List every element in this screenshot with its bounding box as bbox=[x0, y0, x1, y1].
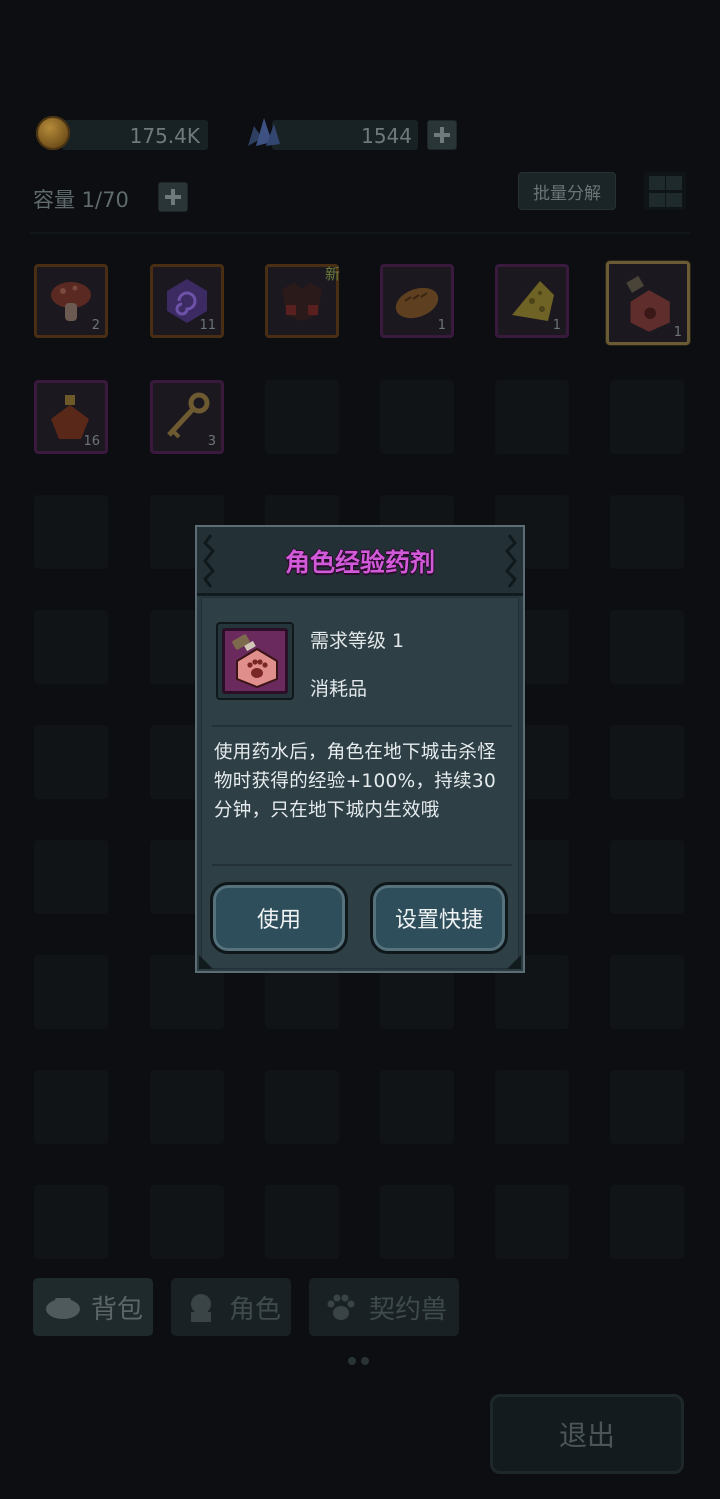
empty-inventory-slot[interactable] bbox=[495, 380, 569, 454]
empty-inventory-slot[interactable] bbox=[34, 495, 108, 569]
item-count: 1 bbox=[552, 318, 561, 333]
inventory-slot-elixir-flask[interactable]: 16 bbox=[34, 380, 108, 454]
item-count: 11 bbox=[199, 318, 216, 333]
crystal-icon bbox=[248, 118, 280, 146]
cheese-icon bbox=[512, 281, 554, 321]
empty-inventory-slot[interactable] bbox=[150, 1070, 224, 1144]
empty-inventory-slot[interactable] bbox=[34, 840, 108, 914]
new-tag: 新 bbox=[324, 265, 340, 283]
empty-inventory-slot[interactable] bbox=[610, 610, 684, 684]
empty-inventory-slot[interactable] bbox=[380, 1070, 454, 1144]
mushroom-icon bbox=[51, 282, 91, 321]
batch-decompose-button[interactable]: 批量分解 bbox=[518, 172, 616, 210]
tab-pets[interactable]: 契约兽 bbox=[309, 1278, 459, 1336]
item-count: 3 bbox=[207, 434, 216, 449]
key-icon bbox=[167, 392, 210, 439]
inventory-slot-mushroom[interactable]: 2 bbox=[34, 264, 108, 338]
tab-character[interactable]: 角色 bbox=[171, 1278, 291, 1336]
divider bbox=[212, 725, 512, 727]
required-level: 需求等级 1 bbox=[310, 630, 405, 652]
item-count: 16 bbox=[83, 434, 100, 449]
item-detail-dialog: 角色经验药剂 需求等级 1 消耗品 使用药水后，角色在地下城击杀怪物时获得的经验… bbox=[195, 525, 525, 973]
grid-view-button[interactable] bbox=[644, 172, 686, 210]
gem-counter: 1544 bbox=[272, 120, 418, 150]
empty-inventory-slot[interactable] bbox=[380, 1185, 454, 1259]
bread-icon bbox=[395, 287, 439, 319]
divider bbox=[212, 864, 512, 866]
empty-inventory-slot[interactable] bbox=[34, 1185, 108, 1259]
empty-inventory-slot[interactable] bbox=[34, 725, 108, 799]
empty-inventory-slot[interactable] bbox=[265, 380, 339, 454]
inventory-slot-key[interactable]: 3 bbox=[150, 380, 224, 454]
empty-inventory-slot[interactable] bbox=[495, 1070, 569, 1144]
divider bbox=[30, 232, 690, 234]
empty-inventory-slot[interactable] bbox=[265, 1185, 339, 1259]
empty-inventory-slot[interactable] bbox=[34, 1070, 108, 1144]
empty-inventory-slot[interactable] bbox=[610, 495, 684, 569]
paw-icon bbox=[327, 1294, 355, 1320]
empty-inventory-slot[interactable] bbox=[34, 610, 108, 684]
empty-inventory-slot[interactable] bbox=[150, 1185, 224, 1259]
dialog-body: 需求等级 1 消耗品 使用药水后，角色在地下城击杀怪物时获得的经验+100%，持… bbox=[201, 597, 519, 969]
empty-inventory-slot[interactable] bbox=[380, 380, 454, 454]
empty-inventory-slot[interactable] bbox=[495, 1185, 569, 1259]
bag-icon bbox=[45, 1298, 80, 1319]
exit-button[interactable]: 退出 bbox=[490, 1394, 684, 1474]
item-description: 使用药水后，角色在地下城击杀怪物时获得的经验+100%，持续30分钟，只在地下城… bbox=[214, 742, 497, 821]
coin-icon bbox=[36, 116, 70, 150]
empty-inventory-slot[interactable] bbox=[610, 1185, 684, 1259]
item-icon-frame bbox=[216, 622, 294, 700]
dialog-header: 角色经验药剂 bbox=[197, 527, 523, 596]
exp-potion-icon bbox=[232, 634, 278, 689]
capacity-label: 容量 1/70 bbox=[33, 188, 129, 212]
item-type: 消耗品 bbox=[310, 678, 368, 700]
use-button[interactable]: 使用 bbox=[210, 882, 348, 954]
empty-inventory-slot[interactable] bbox=[610, 840, 684, 914]
add-gems-button[interactable] bbox=[427, 120, 457, 150]
empty-inventory-slot[interactable] bbox=[610, 1070, 684, 1144]
empty-inventory-slot[interactable] bbox=[610, 380, 684, 454]
set-shortcut-button[interactable]: 设置快捷 bbox=[370, 882, 508, 954]
inventory-slot-purple-rune[interactable]: 11 bbox=[150, 264, 224, 338]
empty-inventory-slot[interactable] bbox=[610, 725, 684, 799]
coin-counter: 175.4K bbox=[62, 120, 208, 150]
inventory-slot-dark-armor[interactable]: 新 bbox=[265, 264, 340, 338]
item-count: 2 bbox=[91, 318, 100, 333]
armor-icon bbox=[282, 283, 322, 321]
gem-value: 1544 bbox=[361, 124, 412, 148]
corner-ornament bbox=[199, 955, 213, 969]
inventory-slot-bread[interactable]: 1 bbox=[380, 264, 454, 338]
page-indicator bbox=[348, 1357, 370, 1367]
empty-inventory-slot[interactable] bbox=[610, 955, 684, 1029]
corner-ornament bbox=[507, 955, 521, 969]
character-icon bbox=[190, 1294, 211, 1322]
item-count: 1 bbox=[673, 325, 682, 340]
tab-pets-label: 契约兽 bbox=[368, 1294, 447, 1325]
tab-bag-label: 背包 bbox=[90, 1294, 143, 1325]
dialog-title: 角色经验药剂 bbox=[284, 548, 435, 577]
coin-value: 175.4K bbox=[129, 124, 200, 148]
item-count: 1 bbox=[437, 318, 446, 333]
empty-inventory-slot[interactable] bbox=[34, 955, 108, 1029]
inventory-slot-cheese[interactable]: 1 bbox=[495, 264, 569, 338]
tab-character-label: 角色 bbox=[228, 1294, 281, 1325]
potion-icon bbox=[626, 275, 670, 332]
inventory-slot-exp-potion[interactable]: 1 bbox=[606, 261, 690, 345]
tab-bag[interactable]: 背包 bbox=[33, 1278, 153, 1336]
empty-inventory-slot[interactable] bbox=[265, 1070, 339, 1144]
expand-capacity-button[interactable] bbox=[158, 182, 188, 212]
